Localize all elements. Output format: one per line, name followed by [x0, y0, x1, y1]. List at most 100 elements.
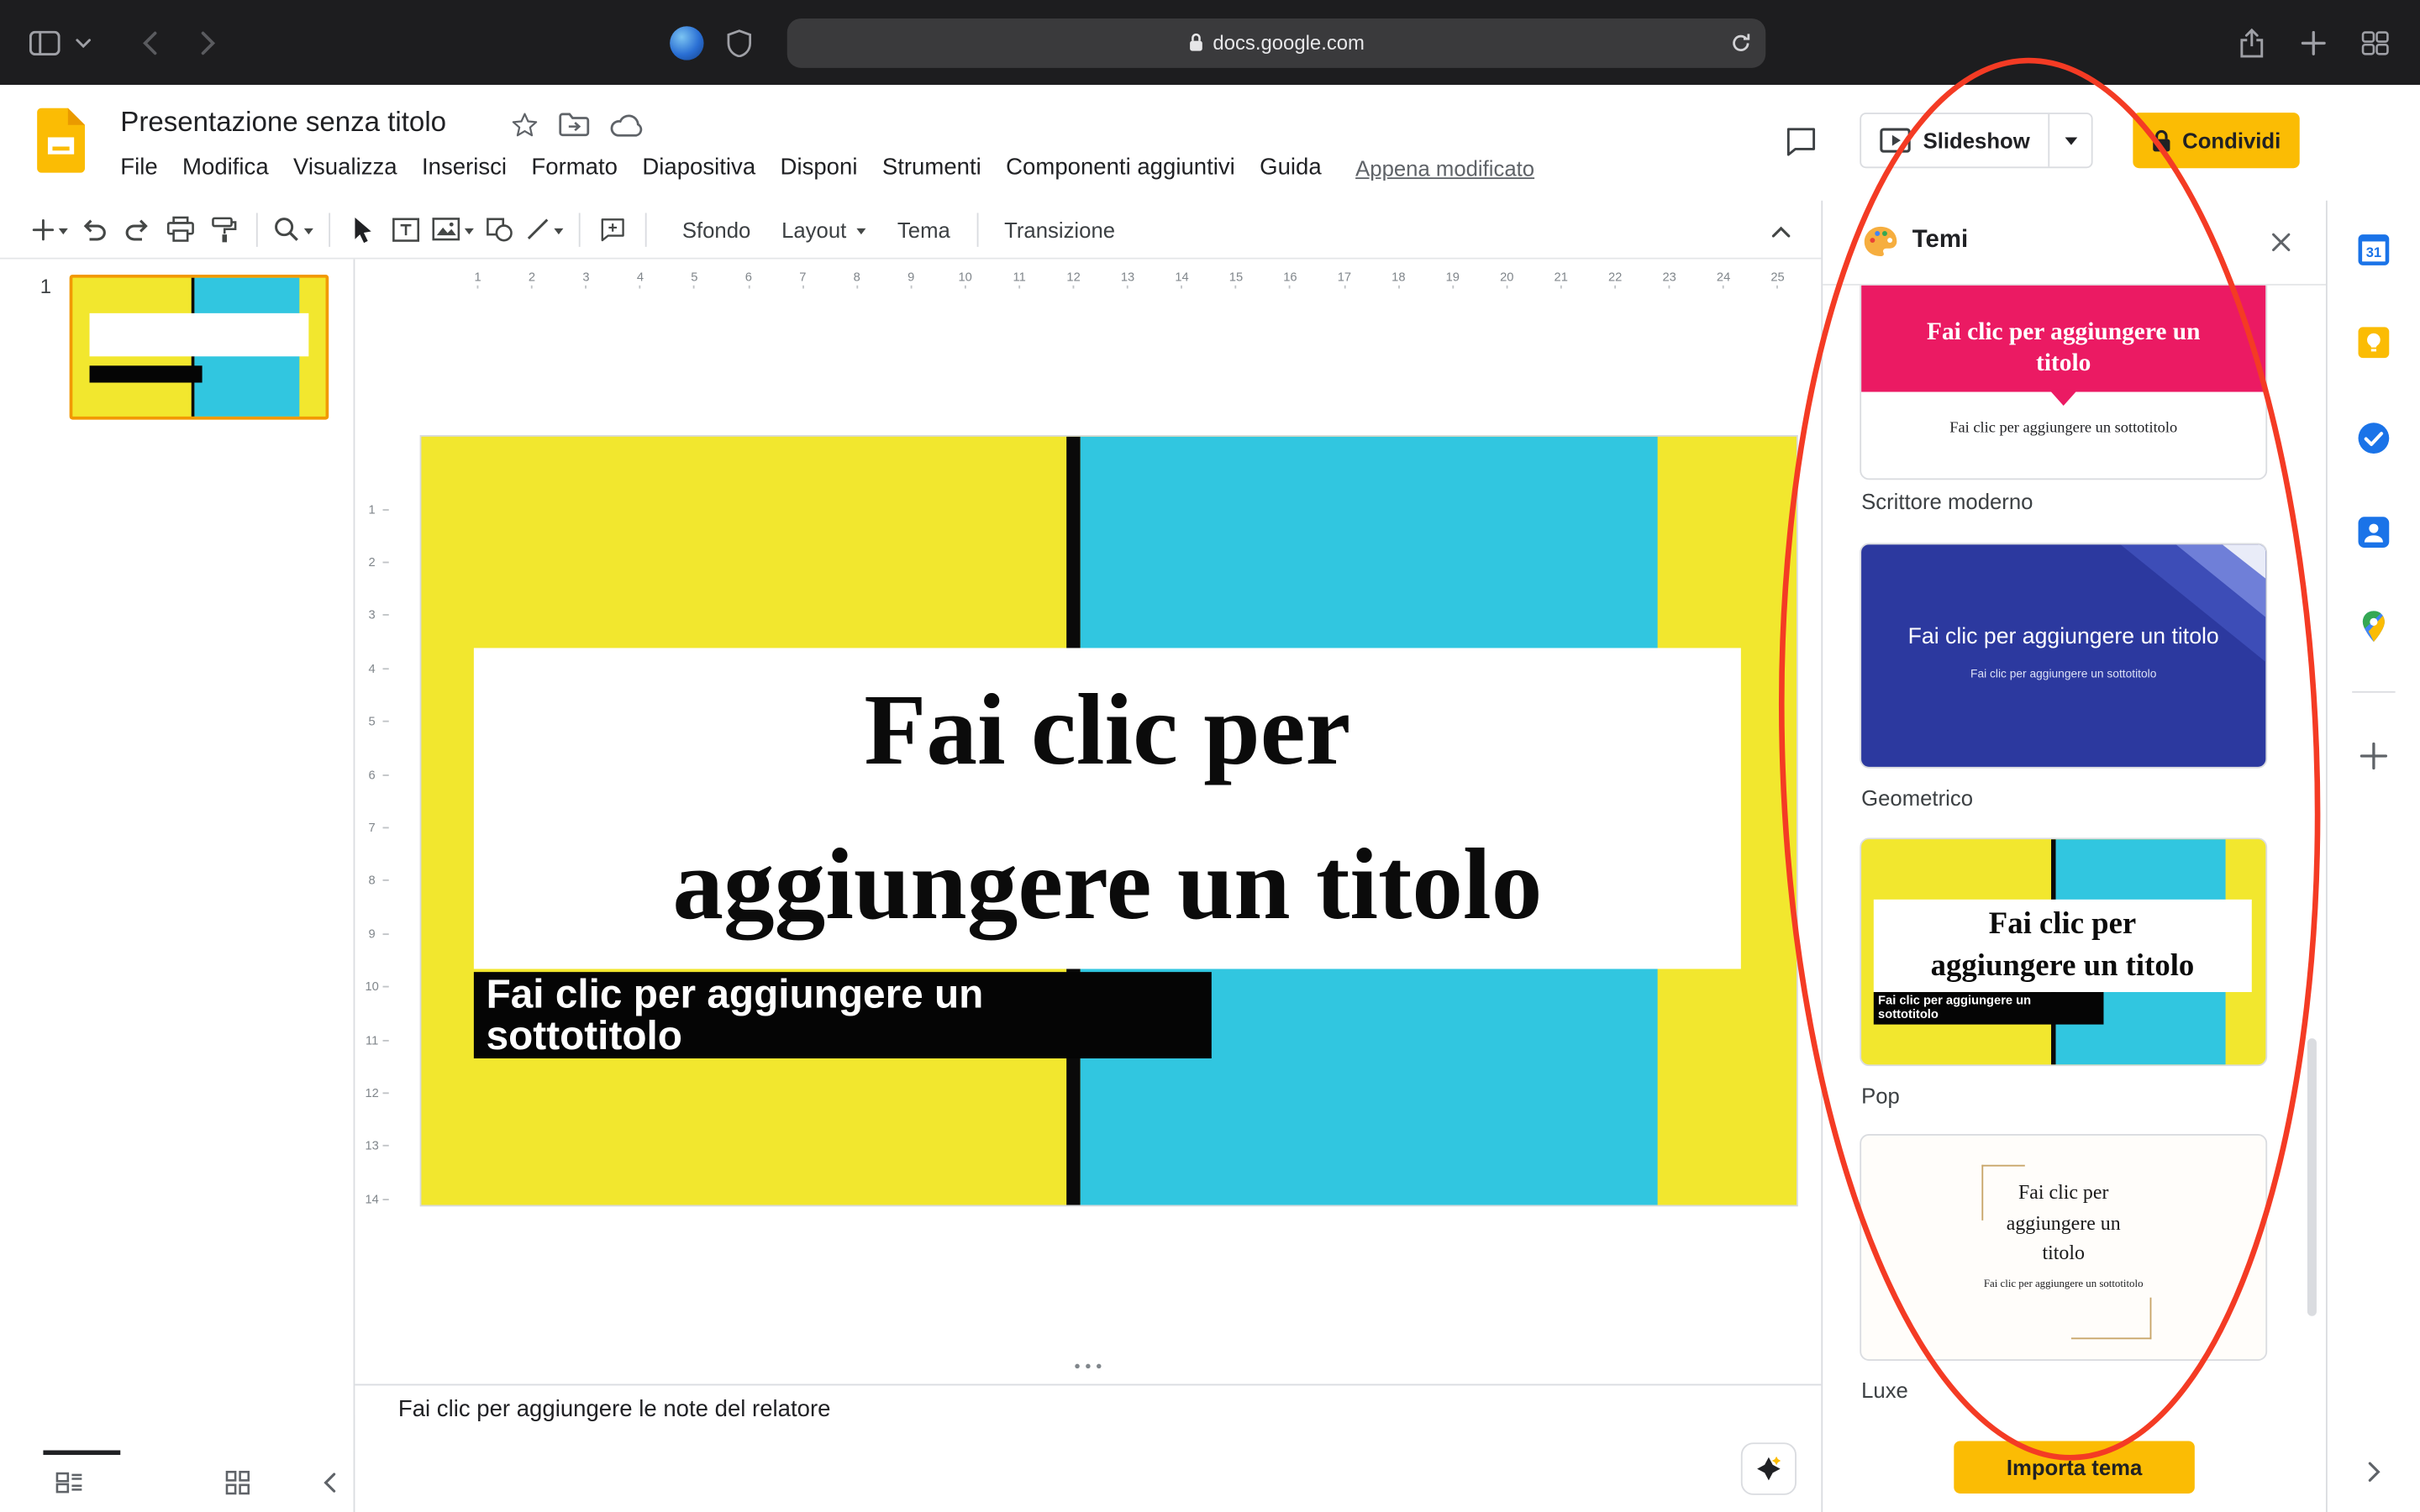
toolbar-divider — [579, 213, 581, 246]
redo-button[interactable] — [116, 207, 159, 250]
menu-inserisci[interactable]: Inserisci — [409, 146, 518, 188]
collapse-filmstrip-button[interactable] — [306, 1464, 352, 1501]
theme-card-geometrico[interactable]: Fai clic per aggiungere un titolo Fai cl… — [1860, 543, 2267, 769]
menu-formato[interactable]: Formato — [519, 146, 630, 188]
comment-history-icon[interactable] — [1775, 116, 1827, 168]
ruler-tick: 1 — [450, 262, 504, 288]
share-button[interactable]: Condividi — [2133, 113, 2299, 168]
themes-panel-title: Temi — [1912, 227, 1968, 255]
star-icon[interactable] — [506, 108, 543, 142]
add-addon-icon[interactable] — [2349, 732, 2399, 781]
insert-image-icon[interactable] — [428, 207, 479, 250]
filmstrip-view-button[interactable] — [46, 1464, 92, 1501]
paint-format-icon[interactable] — [203, 207, 245, 250]
background-button[interactable]: Sfondo — [666, 207, 765, 250]
ruler-tick: 9 — [884, 262, 938, 288]
speaker-notes-input[interactable]: Fai clic per aggiungere le note del rela… — [398, 1396, 831, 1422]
menu-diapositiva[interactable]: Diapositiva — [630, 146, 768, 188]
collapse-toolbar-icon[interactable] — [1763, 213, 1800, 249]
last-edit-link[interactable]: Appena modificato — [1355, 155, 1534, 180]
ruler-tick: 20 — [1480, 262, 1534, 288]
ruler-tick: 12 — [1046, 262, 1100, 288]
insert-shape-icon[interactable] — [478, 207, 521, 250]
move-folder-icon[interactable] — [555, 108, 592, 142]
shield-icon[interactable] — [716, 19, 762, 66]
slide-thumbnail[interactable] — [70, 275, 329, 420]
title-placeholder[interactable]: Fai clic per aggiungere un titolo — [474, 648, 1741, 969]
new-slide-button[interactable] — [28, 207, 72, 250]
ruler-tick: 23 — [1642, 262, 1696, 288]
theme2-title: Fai clic per aggiungere un titolo — [1861, 625, 2265, 649]
panel-scrollbar[interactable] — [2307, 1038, 2317, 1316]
textbox-icon[interactable] — [384, 207, 427, 250]
ruler-tick: 6 — [355, 748, 388, 801]
reload-icon[interactable] — [1730, 32, 1752, 54]
forward-button[interactable] — [185, 19, 231, 66]
share-label: Condividi — [2182, 128, 2281, 152]
slide-number: 1 — [40, 275, 51, 298]
grid-view-button[interactable] — [214, 1464, 260, 1501]
insert-comment-icon[interactable] — [591, 207, 634, 250]
theme-button[interactable]: Tema — [882, 207, 966, 250]
select-tool-icon[interactable] — [341, 207, 384, 250]
back-button[interactable] — [127, 19, 173, 66]
menu-strumenti[interactable]: Strumenti — [870, 146, 993, 188]
address-bar[interactable]: docs.google.com — [787, 18, 1765, 67]
transition-button[interactable]: Transizione — [989, 207, 1131, 250]
share-icon[interactable] — [2228, 19, 2275, 66]
contacts-icon[interactable] — [2349, 507, 2399, 557]
close-icon[interactable] — [2270, 232, 2292, 254]
menu-file[interactable]: File — [108, 146, 171, 188]
menu-guida[interactable]: Guida — [1247, 146, 1334, 188]
new-tab-icon[interactable] — [2291, 19, 2337, 66]
slide[interactable]: Fai clic per aggiungere un titolo Fai cl… — [421, 437, 1797, 1205]
calendar-icon[interactable]: 31 — [2349, 225, 2399, 275]
undo-button[interactable] — [72, 207, 115, 250]
notes-divider — [355, 1384, 1821, 1386]
subtitle-line1: Fai clic per aggiungere un — [487, 974, 1212, 1016]
theme-card-luxe[interactable]: Fai clic per aggiungere un titolo Fai cl… — [1860, 1134, 2267, 1361]
ruler-tick: 3 — [559, 262, 613, 288]
document-title[interactable]: Presentazione senza titolo — [120, 103, 446, 140]
keep-icon[interactable] — [2349, 318, 2399, 367]
explore-button[interactable] — [1741, 1442, 1797, 1494]
menu-visualizza[interactable]: Visualizza — [281, 146, 409, 188]
ruler-tick: 10 — [938, 262, 992, 288]
layout-button[interactable]: Layout — [766, 207, 882, 250]
theme1-title: Fai clic per aggiungere un titolo — [1897, 318, 2229, 391]
notes-resize-handle[interactable] — [1075, 1364, 1101, 1369]
menu-componenti-aggiuntivi[interactable]: Componenti aggiuntivi — [993, 146, 1247, 188]
geometric-triangles — [1861, 544, 2265, 768]
gold-corner-bottom-right — [2071, 1298, 2152, 1340]
ruler-tick: 5 — [355, 696, 388, 748]
maps-icon[interactable] — [2349, 601, 2399, 651]
sidebar-chevron-button[interactable] — [68, 19, 99, 66]
sidebar-toggle-button[interactable] — [22, 19, 68, 66]
slides-logo[interactable] — [37, 108, 85, 173]
ruler-tick: 11 — [355, 1014, 388, 1067]
theme1-title-area: Fai clic per aggiungere un titolo — [1861, 286, 2265, 392]
theme-card-pop[interactable]: Fai clic per aggiungere un titolo Fai cl… — [1860, 837, 2267, 1066]
print-icon[interactable] — [159, 207, 202, 250]
tasks-icon[interactable] — [2349, 413, 2399, 463]
import-theme-button[interactable]: Importa tema — [1954, 1441, 2195, 1494]
toolbar-divider — [256, 213, 258, 246]
ruler-tick: 6 — [722, 262, 776, 288]
tab-overview-icon[interactable] — [2352, 19, 2398, 66]
rail-divider — [2352, 691, 2395, 693]
slideshow-dropdown[interactable] — [2049, 114, 2091, 166]
palette-icon — [1863, 225, 1898, 258]
subtitle-placeholder[interactable]: Fai clic per aggiungere un sottotitolo — [474, 972, 1212, 1058]
zoom-button[interactable] — [269, 207, 318, 250]
collapse-rail-icon[interactable] — [2349, 1447, 2399, 1497]
slideshow-button[interactable]: Slideshow — [1860, 113, 2093, 168]
theme-name: Geometrico — [1861, 785, 1973, 810]
insert-line-icon[interactable] — [522, 207, 568, 250]
theme-card-scrittore-moderno[interactable]: Fai clic per aggiungere un titolo Fai cl… — [1860, 286, 2267, 480]
menu-disponi[interactable]: Disponi — [768, 146, 870, 188]
cloud-status-icon[interactable] — [608, 108, 645, 142]
extension-icon[interactable] — [670, 25, 703, 59]
menu-modifica[interactable]: Modifica — [170, 146, 281, 188]
slideshow-main[interactable]: Slideshow — [1861, 114, 2049, 166]
chevron-down-icon — [554, 228, 563, 239]
